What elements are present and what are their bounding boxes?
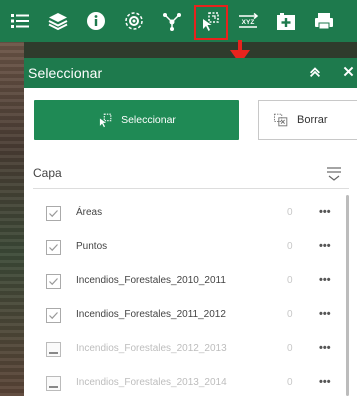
check-icon bbox=[49, 244, 58, 252]
more-options-icon[interactable]: ••• bbox=[319, 240, 331, 252]
more-options-icon[interactable]: ••• bbox=[319, 342, 331, 354]
layer-checkbox[interactable] bbox=[46, 240, 61, 255]
more-options-icon[interactable]: ••• bbox=[319, 376, 331, 388]
panel-title: Seleccionar bbox=[28, 65, 103, 81]
layer-name: Incendios_Forestales_2011_2012 bbox=[76, 309, 226, 320]
toolbar: XYZ bbox=[0, 0, 357, 42]
network-icon bbox=[163, 13, 181, 31]
select-button-label: Seleccionar bbox=[121, 114, 176, 126]
layer-checkbox[interactable] bbox=[46, 376, 61, 391]
layer-checkbox[interactable] bbox=[46, 206, 61, 221]
list-icon bbox=[11, 14, 29, 28]
layer-checkbox[interactable] bbox=[46, 274, 61, 289]
layer-header: Capa bbox=[24, 162, 357, 186]
partial-check-icon bbox=[49, 386, 58, 388]
select-icon bbox=[203, 12, 219, 31]
basemap-gallery-icon bbox=[125, 12, 143, 30]
more-options-icon[interactable]: ••• bbox=[319, 308, 331, 320]
layer-row[interactable]: Áreas 0 ••• bbox=[24, 198, 357, 232]
network-tool[interactable] bbox=[154, 0, 190, 42]
layer-row[interactable]: Incendios_Forestales_2013_2014 0 ••• bbox=[24, 368, 357, 396]
basemap-tool[interactable] bbox=[116, 0, 152, 42]
select-button[interactable]: Seleccionar bbox=[34, 100, 239, 140]
add-data-icon bbox=[277, 13, 295, 30]
select-panel: Seleccionar Seleccionar Borrar Capa Área… bbox=[24, 58, 357, 396]
layer-row[interactable]: Incendios_Forestales_2010_2011 0 ••• bbox=[24, 266, 357, 300]
layer-name: Incendios_Forestales_2013_2014 bbox=[76, 377, 227, 388]
layers-icon bbox=[48, 13, 68, 31]
layer-count: 0 bbox=[287, 309, 293, 320]
layer-checkbox[interactable] bbox=[46, 308, 61, 323]
layer-row[interactable]: Incendios_Forestales_2011_2012 0 ••• bbox=[24, 300, 357, 334]
collapse-icon[interactable] bbox=[307, 65, 323, 81]
select-icon bbox=[99, 113, 112, 128]
select-tool[interactable] bbox=[192, 0, 228, 42]
clear-selection-icon bbox=[273, 113, 288, 127]
check-icon bbox=[49, 278, 58, 286]
layer-checkbox[interactable] bbox=[46, 342, 61, 357]
layer-name: Incendios_Forestales_2010_2011 bbox=[76, 275, 226, 286]
filter-icon[interactable] bbox=[325, 164, 343, 182]
layer-count: 0 bbox=[287, 275, 293, 286]
info-icon bbox=[87, 12, 105, 30]
more-options-icon[interactable]: ••• bbox=[319, 206, 331, 218]
list-tool[interactable] bbox=[2, 0, 38, 42]
partial-check-icon bbox=[49, 352, 58, 354]
panel-header: Seleccionar bbox=[24, 58, 357, 88]
layer-name: Incendios_Forestales_2012_2013 bbox=[76, 343, 227, 354]
layer-row[interactable]: Incendios_Forestales_2012_2013 0 ••• bbox=[24, 334, 357, 368]
clear-button-label: Borrar bbox=[297, 114, 328, 126]
layer-name: Puntos bbox=[76, 241, 108, 252]
scrollbar[interactable] bbox=[346, 195, 349, 396]
layer-count: 0 bbox=[287, 343, 293, 354]
layer-header-label: Capa bbox=[33, 166, 62, 180]
info-tool[interactable] bbox=[78, 0, 114, 42]
xyz-icon: XYZ bbox=[239, 12, 259, 28]
print-icon bbox=[315, 13, 333, 30]
map-imagery bbox=[0, 42, 24, 396]
more-options-icon[interactable]: ••• bbox=[319, 274, 331, 286]
close-icon[interactable] bbox=[340, 65, 356, 81]
layer-name: Áreas bbox=[76, 207, 103, 218]
check-icon bbox=[49, 312, 58, 320]
layers-tool[interactable] bbox=[40, 0, 76, 42]
check-icon bbox=[49, 210, 58, 218]
divider bbox=[33, 188, 349, 189]
add-data-tool[interactable] bbox=[268, 0, 304, 42]
layer-count: 0 bbox=[287, 377, 293, 388]
xyz-tool[interactable]: XYZ bbox=[230, 0, 266, 42]
clear-button[interactable]: Borrar bbox=[258, 100, 357, 140]
layer-count: 0 bbox=[287, 241, 293, 252]
layer-row[interactable]: Puntos 0 ••• bbox=[24, 232, 357, 266]
print-tool[interactable] bbox=[306, 0, 342, 42]
layer-count: 0 bbox=[287, 207, 293, 218]
xyz-text: XYZ bbox=[242, 19, 255, 26]
